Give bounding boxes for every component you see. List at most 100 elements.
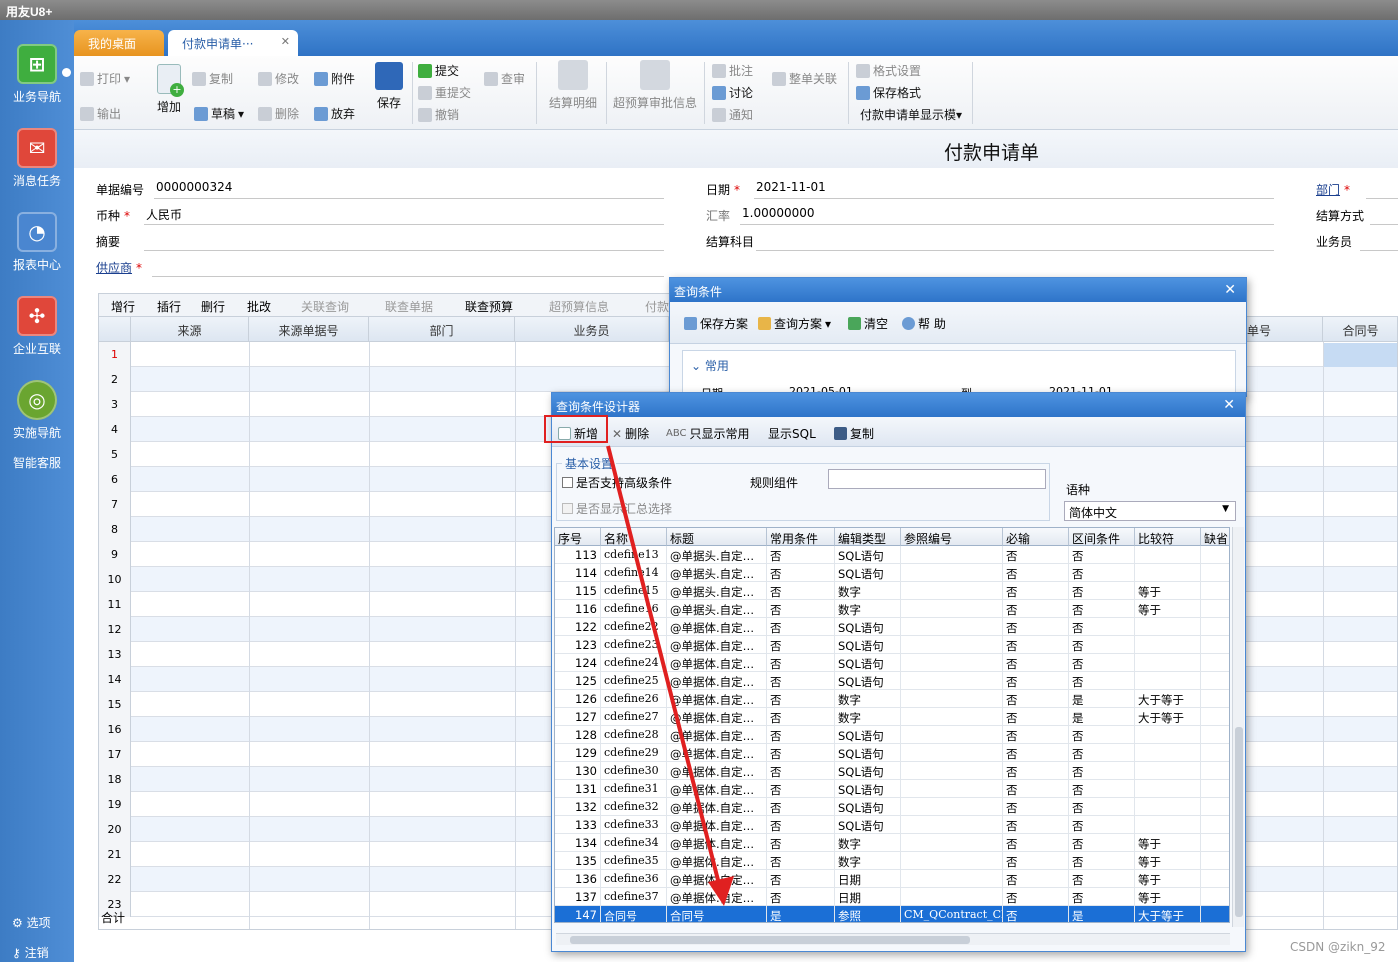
table-cell[interactable]: 否 xyxy=(1003,618,1069,636)
scrollbar-thumb[interactable] xyxy=(1235,727,1243,917)
table-row[interactable]: 125 cdefine25 @单据体.自定… 否 SQL语句否否 xyxy=(555,672,1229,690)
table-cell[interactable] xyxy=(901,762,1003,780)
table-cell[interactable]: cdefine22 xyxy=(601,618,667,636)
table-cell[interactable]: @单据体.自定… xyxy=(667,798,767,816)
table-cell[interactable] xyxy=(901,726,1003,744)
table-cell[interactable]: 否 xyxy=(1069,654,1135,672)
nav-item-message[interactable]: ✉ 消息任务 xyxy=(0,128,74,189)
format-settings-button[interactable]: 格式设置 xyxy=(856,62,921,79)
submit-button[interactable]: 提交 xyxy=(418,62,459,79)
table-cell[interactable] xyxy=(901,690,1003,708)
table-cell[interactable]: 否 xyxy=(767,600,835,618)
table-cell[interactable]: 126 xyxy=(555,690,601,708)
table-cell[interactable]: 等于 xyxy=(1135,870,1201,888)
delete-row-button[interactable]: 删行 xyxy=(201,298,225,315)
table-cell[interactable]: 129 xyxy=(555,744,601,762)
doc-no-field[interactable]: 0000000324 xyxy=(156,180,232,194)
table-cell[interactable]: 115 xyxy=(555,582,601,600)
table-cell[interactable]: 否 xyxy=(767,744,835,762)
table-cell[interactable]: 大于等于 xyxy=(1135,708,1201,726)
table-cell[interactable]: @单据体.自定… xyxy=(667,726,767,744)
table-cell[interactable] xyxy=(901,582,1003,600)
table-cell[interactable]: 否 xyxy=(767,546,835,564)
tab-my-desktop[interactable]: 我的桌面 xyxy=(74,30,164,56)
discuss-button[interactable]: 讨论 xyxy=(712,84,753,101)
insert-row-button[interactable]: 插行 xyxy=(157,298,181,315)
linked-budget-button[interactable]: 联查预算 xyxy=(465,298,513,315)
table-row[interactable]: 147 合同号 合同号是参照 CM_QContract_CM 否是大于等于 xyxy=(555,906,1229,922)
table-cell[interactable]: 否 xyxy=(1003,726,1069,744)
table-cell[interactable]: cdefine34 xyxy=(601,834,667,852)
table-cell[interactable]: @单据体.自定… xyxy=(667,636,767,654)
save-scheme-button[interactable]: 保存方案 xyxy=(684,315,748,332)
batch-edit-button[interactable]: 批改 xyxy=(247,298,271,315)
table-cell[interactable]: SQL语句 xyxy=(835,816,901,834)
query-scheme-button[interactable]: 查询方案 ▾ xyxy=(758,315,831,332)
table-cell[interactable] xyxy=(901,600,1003,618)
column-header[interactable]: 编辑类型 xyxy=(835,528,901,546)
table-cell[interactable]: 否 xyxy=(767,852,835,870)
table-cell[interactable]: @单据体.自定… xyxy=(667,744,767,762)
table-cell[interactable] xyxy=(1135,636,1201,654)
table-cell[interactable]: cdefine36 xyxy=(601,870,667,888)
table-cell[interactable]: 否 xyxy=(767,708,835,726)
table-cell[interactable]: cdefine35 xyxy=(601,852,667,870)
table-row[interactable]: 124 cdefine24 @单据体.自定… 否 SQL语句否否 xyxy=(555,654,1229,672)
table-cell[interactable] xyxy=(1135,762,1201,780)
table-cell[interactable]: SQL语句 xyxy=(835,762,901,780)
table-cell[interactable] xyxy=(1135,798,1201,816)
table-cell[interactable]: 否 xyxy=(767,762,835,780)
table-cell[interactable]: 否 xyxy=(767,618,835,636)
nav-item-smart-service[interactable]: 智能客服 xyxy=(0,454,74,471)
column-header[interactable]: 参照编号 xyxy=(901,528,1003,546)
table-cell[interactable]: cdefine33 xyxy=(601,816,667,834)
table-cell[interactable] xyxy=(901,852,1003,870)
table-cell[interactable]: cdefine23 xyxy=(601,636,667,654)
table-cell[interactable]: 133 xyxy=(555,816,601,834)
table-cell[interactable]: @单据体.自定… xyxy=(667,888,767,906)
table-cell[interactable]: 131 xyxy=(555,780,601,798)
table-cell[interactable] xyxy=(901,744,1003,762)
table-cell[interactable]: 否 xyxy=(767,726,835,744)
notify-button[interactable]: 通知 xyxy=(712,106,753,123)
table-cell[interactable]: 大于等于 xyxy=(1135,906,1201,922)
draft-button[interactable]: 草稿 ▾ xyxy=(194,105,244,122)
output-button[interactable]: 输出 xyxy=(80,105,121,122)
table-cell[interactable]: 否 xyxy=(1003,780,1069,798)
table-row[interactable]: 134 cdefine34 @单据体.自定… 否数字否否等于 xyxy=(555,834,1229,852)
column-header[interactable]: 标题 xyxy=(667,528,767,546)
table-cell[interactable]: 132 xyxy=(555,798,601,816)
table-cell[interactable]: 否 xyxy=(1069,726,1135,744)
summary-select-checkbox[interactable]: 是否显示汇总选择 xyxy=(562,500,672,517)
table-cell[interactable]: 等于 xyxy=(1135,600,1201,618)
table-cell[interactable] xyxy=(901,672,1003,690)
table-cell[interactable]: 否 xyxy=(767,582,835,600)
table-cell[interactable]: cdefine29 xyxy=(601,744,667,762)
table-cell[interactable]: 否 xyxy=(1003,798,1069,816)
table-row[interactable]: 122 cdefine22 @单据体.自定… 否 SQL语句否否 xyxy=(555,618,1229,636)
table-cell[interactable]: 是 xyxy=(767,906,835,922)
table-cell[interactable]: 147 xyxy=(555,906,601,922)
table-cell[interactable]: 否 xyxy=(767,564,835,582)
table-row[interactable]: 123 cdefine23 @单据体.自定… 否 SQL语句否否 xyxy=(555,636,1229,654)
table-cell[interactable] xyxy=(1135,654,1201,672)
table-cell[interactable]: SQL语句 xyxy=(835,672,901,690)
table-cell[interactable]: 否 xyxy=(1069,834,1135,852)
table-cell[interactable] xyxy=(901,654,1003,672)
table-cell[interactable] xyxy=(1135,726,1201,744)
table-cell[interactable]: 否 xyxy=(767,870,835,888)
table-cell[interactable]: 否 xyxy=(1069,618,1135,636)
table-cell[interactable]: cdefine15 xyxy=(601,582,667,600)
copy-button[interactable]: 复制 xyxy=(834,425,874,442)
language-select[interactable]: 简体中文 ▼ xyxy=(1064,501,1236,521)
table-row[interactable]: 131 cdefine31 @单据体.自定… 否 SQL语句否否 xyxy=(555,780,1229,798)
table-cell[interactable]: 134 xyxy=(555,834,601,852)
table-cell[interactable]: @单据体.自定… xyxy=(667,672,767,690)
table-cell[interactable]: 等于 xyxy=(1135,834,1201,852)
table-cell[interactable]: 否 xyxy=(767,780,835,798)
table-cell[interactable]: 125 xyxy=(555,672,601,690)
table-cell[interactable]: @单据头.自定… xyxy=(667,600,767,618)
table-cell[interactable]: 否 xyxy=(1069,582,1135,600)
currency-field[interactable]: 人民币 xyxy=(146,206,182,223)
column-header[interactable]: 合同号 xyxy=(1323,317,1397,342)
